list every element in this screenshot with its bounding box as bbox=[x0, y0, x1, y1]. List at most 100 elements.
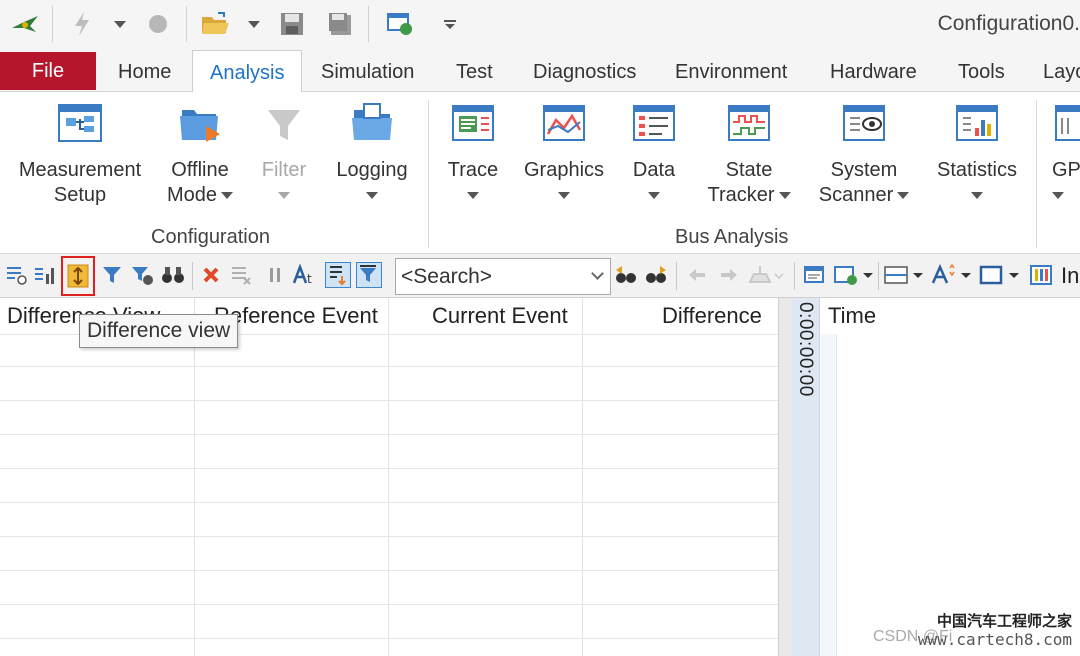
clear-list-icon[interactable] bbox=[228, 262, 254, 288]
app-logo-icon[interactable] bbox=[8, 10, 42, 38]
trace-button[interactable]: Trace bbox=[440, 100, 506, 208]
state-tracker-label: State bbox=[725, 159, 773, 181]
logging-button[interactable]: Logging bbox=[330, 100, 414, 208]
ribbon-panel: Measurement Setup Offline Mode Filter Lo… bbox=[0, 92, 1080, 254]
toolbar-trailing-label[interactable]: In bbox=[1061, 263, 1079, 289]
tab-hardware[interactable]: Hardware bbox=[830, 50, 917, 92]
color-columns-icon[interactable] bbox=[1028, 262, 1054, 288]
arrow-left-icon[interactable] bbox=[684, 262, 710, 288]
layout-dropdown-icon[interactable] bbox=[832, 262, 874, 288]
graphics-button[interactable]: Graphics bbox=[520, 100, 608, 208]
system-scanner-label: System bbox=[830, 159, 898, 181]
pane-splitter[interactable] bbox=[778, 298, 792, 656]
tab-test[interactable]: Test bbox=[456, 50, 493, 92]
data-button[interactable]: Data bbox=[624, 100, 684, 208]
column-header-difference[interactable]: Difference bbox=[662, 298, 762, 334]
filter-funnel-icon[interactable] bbox=[100, 262, 126, 288]
font-size-dropdown-icon[interactable] bbox=[930, 262, 972, 288]
chevron-down-icon bbox=[278, 192, 290, 200]
measurement-setup-label-2: Setup bbox=[53, 184, 107, 206]
filter-active-icon[interactable] bbox=[356, 262, 382, 288]
gp-button[interactable]: GP bbox=[1052, 100, 1080, 208]
watermark-url: www.cartech8.com bbox=[917, 630, 1072, 649]
time-pane[interactable]: Time bbox=[821, 298, 1080, 656]
customize-icon[interactable] bbox=[440, 10, 460, 38]
lightning-icon[interactable] bbox=[70, 10, 94, 38]
stop-icon[interactable] bbox=[146, 10, 170, 38]
logging-icon bbox=[348, 100, 396, 148]
system-scanner-button[interactable]: System Scanner bbox=[812, 100, 916, 208]
chevron-down-icon bbox=[971, 192, 983, 200]
time-axis: 0:00:00:00 bbox=[792, 298, 820, 656]
text-format-icon[interactable]: t bbox=[292, 262, 318, 288]
gp-label: GP bbox=[1052, 159, 1080, 181]
state-tracker-icon bbox=[725, 100, 773, 148]
tab-layout[interactable]: Layo bbox=[1043, 50, 1080, 92]
bookmark-icon[interactable] bbox=[746, 262, 786, 288]
filter-button[interactable]: Filter bbox=[252, 100, 316, 208]
find-binoculars-icon[interactable] bbox=[160, 262, 186, 288]
find-next-icon[interactable] bbox=[644, 262, 670, 288]
columns-dropdown-icon[interactable] bbox=[882, 262, 924, 288]
window-title: Configuration0. bbox=[937, 12, 1080, 35]
save-all-icon[interactable] bbox=[326, 10, 354, 38]
difference-grid[interactable]: Difference View Reference Event Current … bbox=[0, 298, 778, 656]
measurement-setup-label: Measurement bbox=[18, 159, 142, 181]
logging-label: Logging bbox=[336, 159, 408, 181]
frame-dropdown-icon[interactable] bbox=[978, 262, 1020, 288]
data-label: Data bbox=[632, 159, 676, 181]
column-header-current-event[interactable]: Current Event bbox=[432, 298, 568, 334]
quick-access-toolbar: Configuration0. bbox=[0, 0, 1080, 50]
publish-icon[interactable] bbox=[384, 10, 416, 38]
arrow-right-icon[interactable] bbox=[716, 262, 742, 288]
save-icon[interactable] bbox=[278, 10, 306, 38]
tab-file[interactable]: File bbox=[0, 52, 96, 90]
window-toolbar: t <Search> In bbox=[0, 254, 1080, 298]
svg-text:t: t bbox=[307, 272, 312, 286]
trace-icon bbox=[449, 100, 497, 148]
tab-environment[interactable]: Environment bbox=[675, 50, 787, 92]
statistics-button[interactable]: Statistics bbox=[930, 100, 1024, 208]
filter-list-icon[interactable] bbox=[4, 262, 30, 288]
tab-tools[interactable]: Tools bbox=[958, 50, 1005, 92]
window-options-icon[interactable] bbox=[802, 262, 828, 288]
offline-mode-label: Offline bbox=[171, 159, 229, 181]
offline-mode-button[interactable]: Offline Mode bbox=[160, 100, 240, 208]
difference-view-button[interactable] bbox=[61, 256, 95, 296]
chevron-down-icon[interactable] bbox=[110, 10, 130, 38]
tab-simulation[interactable]: Simulation bbox=[321, 50, 414, 92]
column-header-reference-event[interactable]: Reference Event bbox=[214, 298, 378, 334]
open-folder-icon[interactable] bbox=[198, 10, 232, 38]
chevron-down-icon bbox=[897, 192, 910, 200]
trace-label: Trace bbox=[447, 159, 499, 181]
graphics-label: Graphics bbox=[523, 159, 605, 181]
chevron-down-icon[interactable] bbox=[591, 267, 604, 280]
measurement-setup-button[interactable]: Measurement Setup bbox=[14, 100, 146, 208]
multi-filter-icon[interactable] bbox=[130, 262, 156, 288]
time-axis-label: 0:00:00:00 bbox=[795, 302, 816, 397]
filter-icon bbox=[260, 100, 308, 148]
ribbon-tabs: File Home Analysis Simulation Test Diagn… bbox=[0, 50, 1080, 93]
chevron-down-icon bbox=[467, 192, 479, 200]
scroll-lock-icon[interactable] bbox=[325, 262, 351, 288]
tab-home[interactable]: Home bbox=[118, 50, 171, 92]
measurement-setup-icon bbox=[56, 100, 104, 148]
offline-mode-icon bbox=[176, 100, 224, 148]
offline-mode-label-2: Mode bbox=[166, 184, 218, 206]
tab-diagnostics[interactable]: Diagnostics bbox=[533, 50, 636, 92]
state-tracker-button[interactable]: State Tracker bbox=[700, 100, 798, 208]
find-previous-icon[interactable] bbox=[614, 262, 640, 288]
chevron-down-icon bbox=[778, 192, 791, 200]
statistics-icon bbox=[953, 100, 1001, 148]
system-scanner-label-2: Scanner bbox=[818, 184, 894, 206]
filter-label: Filter bbox=[261, 159, 307, 181]
chevron-down-icon[interactable] bbox=[244, 10, 264, 38]
column-header-time[interactable]: Time bbox=[828, 298, 876, 334]
delete-icon[interactable] bbox=[198, 262, 224, 288]
chevron-down-icon bbox=[558, 192, 570, 200]
search-combobox[interactable]: <Search> bbox=[395, 258, 611, 295]
tab-analysis[interactable]: Analysis bbox=[192, 50, 303, 93]
statistics-bars-icon[interactable] bbox=[32, 262, 58, 288]
chevron-down-icon bbox=[648, 192, 660, 200]
pause-icon[interactable] bbox=[262, 262, 288, 288]
